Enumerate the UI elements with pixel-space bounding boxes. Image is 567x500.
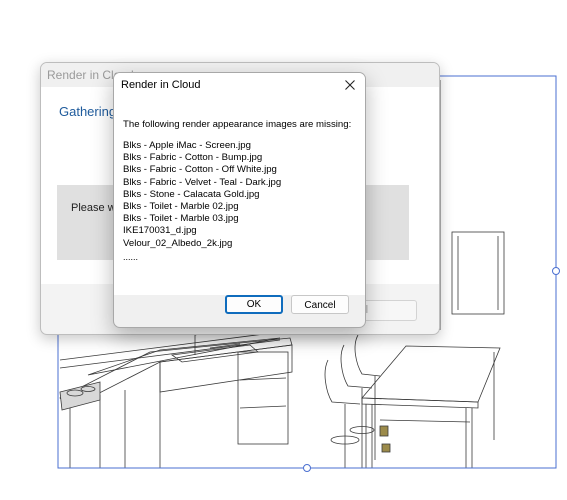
bar-stools xyxy=(324,334,391,468)
list-item: Blks - Toilet - Marble 03.jpg xyxy=(123,213,239,225)
door-frame xyxy=(439,80,505,330)
dialog-message: The following render appearance images a… xyxy=(123,119,352,130)
list-item: Blks - Apple iMac - Screen.jpg xyxy=(123,140,251,151)
dialog-body: The following render appearance images a… xyxy=(114,97,365,295)
dialog-titlebar[interactable]: Render in Cloud xyxy=(114,73,365,97)
list-item: Blks - Fabric - Cotton - Bump.jpg xyxy=(123,152,263,164)
list-item: IKE170031_d.jpg xyxy=(123,225,197,237)
list-item: Blks - Stone - Calacata Gold.jpg xyxy=(123,188,260,200)
close-icon xyxy=(345,80,355,90)
close-button[interactable] xyxy=(335,73,365,97)
missing-file-list: Blks - Apple iMac - Screen.jpg Blks - Fa… xyxy=(123,140,281,250)
dialog-title: Render in Cloud xyxy=(121,79,201,91)
list-item: Blks - Fabric - Cotton - Off White.jpg xyxy=(123,164,277,176)
selection-handle-bottom[interactable] xyxy=(303,464,311,472)
list-item: Velour_02_Albedo_2k.jpg xyxy=(123,237,233,249)
missing-images-dialog: Render in Cloud The following render app… xyxy=(113,72,366,328)
ok-button[interactable]: OK xyxy=(225,295,283,314)
more-indicator: ...... xyxy=(123,252,139,262)
list-item: Blks - Toilet - Marble 02.jpg xyxy=(123,201,239,213)
list-item: Blks - Fabric - Velvet - Teal - Dark.jpg xyxy=(123,176,282,188)
selection-handle-right[interactable] xyxy=(552,267,560,275)
cancel-button[interactable]: Cancel xyxy=(291,295,349,314)
